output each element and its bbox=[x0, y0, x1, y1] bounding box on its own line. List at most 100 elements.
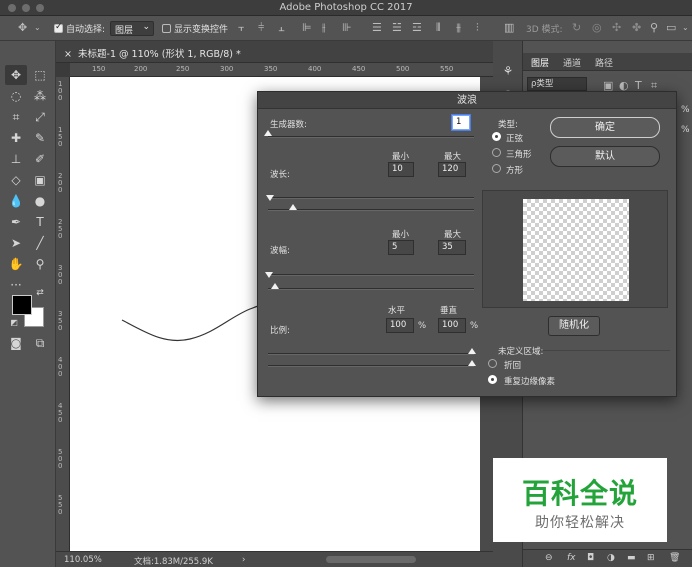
ok-button[interactable]: 确定 bbox=[550, 117, 660, 138]
align-right-icon[interactable]: ⊪ bbox=[342, 21, 352, 34]
wavelength-max-input[interactable]: 120 bbox=[438, 162, 466, 177]
auto-select-dropdown[interactable]: 图层 ⌄ bbox=[110, 21, 154, 36]
magic-wand-icon[interactable]: ⁂ bbox=[29, 86, 51, 106]
auto-select-checkbox[interactable] bbox=[54, 22, 63, 33]
amplitude-min-track[interactable] bbox=[268, 274, 474, 276]
eraser-tool-icon[interactable]: ◇ bbox=[5, 170, 27, 190]
new-layer-icon[interactable]: ⊞ bbox=[647, 553, 655, 563]
generators-slider-track[interactable] bbox=[268, 136, 474, 138]
marquee-tool-icon[interactable]: ⬚ bbox=[29, 65, 51, 85]
type-square-radio[interactable] bbox=[492, 164, 501, 173]
amplitude-min-thumb[interactable] bbox=[265, 272, 273, 278]
default-button[interactable]: 默认 bbox=[550, 146, 660, 167]
line-tool-icon[interactable]: ╱ bbox=[29, 233, 51, 253]
type-sine-radio[interactable] bbox=[492, 132, 501, 141]
brush-tool-icon[interactable]: ✎ bbox=[29, 128, 51, 148]
type-triangle-radio[interactable] bbox=[492, 148, 501, 157]
randomize-button[interactable]: 随机化 bbox=[548, 316, 600, 336]
chevron-down-icon[interactable]: ⌄ bbox=[34, 23, 41, 32]
screen-mode-icon[interactable]: ⧉ bbox=[29, 333, 51, 353]
show-transform-checkbox[interactable] bbox=[162, 24, 171, 33]
align-vcenter-icon[interactable]: ⫩ bbox=[258, 21, 264, 35]
horizontal-scrollbar[interactable] bbox=[326, 556, 416, 563]
distribute-hcenter-icon[interactable]: ⫵ bbox=[456, 21, 461, 35]
auto-align-icon[interactable]: ▥ bbox=[504, 21, 514, 34]
app-title: Adobe Photoshop CC 2017 bbox=[279, 2, 413, 13]
generators-input[interactable]: 1 bbox=[452, 115, 470, 130]
wavelength-max-label: 最大 bbox=[444, 152, 462, 162]
tab-channels[interactable]: 通道 bbox=[563, 56, 581, 69]
healing-brush-icon[interactable]: ✚ bbox=[5, 128, 27, 148]
scale-vertical-thumb[interactable] bbox=[468, 360, 476, 366]
wavelength-min-input[interactable]: 10 bbox=[388, 162, 414, 177]
distribute-vcenter-icon[interactable]: ☱ bbox=[392, 21, 402, 34]
scale-horizontal-track[interactable] bbox=[268, 353, 474, 355]
swap-colors-icon[interactable]: ⇄ bbox=[34, 287, 46, 299]
wrap-around-radio[interactable] bbox=[488, 359, 497, 368]
align-left-icon[interactable]: ⊫ bbox=[302, 21, 312, 34]
distribute-left-icon[interactable]: ⫴ bbox=[436, 21, 441, 35]
new-group-icon[interactable]: ▬ bbox=[627, 553, 636, 563]
layer-filter-dropdown[interactable]: ρ类型 bbox=[527, 77, 587, 91]
scale-horizontal-thumb[interactable] bbox=[468, 348, 476, 354]
status-menu-arrow[interactable]: › bbox=[242, 555, 245, 565]
document-tab[interactable]: × 未标题-1 @ 110% (形状 1, RGB/8) * bbox=[56, 41, 493, 63]
eyedropper-icon[interactable]: ⤢ bbox=[29, 107, 51, 127]
default-colors-icon[interactable]: ◩ bbox=[8, 317, 20, 329]
close-tab-icon[interactable]: × bbox=[64, 49, 72, 60]
gradient-tool-icon[interactable]: ▣ bbox=[29, 170, 51, 190]
more-tools-icon[interactable]: ··· bbox=[5, 275, 27, 295]
zoom-tool-icon[interactable]: ⚲ bbox=[29, 254, 51, 274]
new-adjustment-icon[interactable]: ◑ bbox=[607, 553, 615, 563]
delete-layer-icon[interactable]: 🗑 bbox=[669, 553, 680, 563]
move-tool-icon[interactable]: ✥ bbox=[5, 65, 27, 85]
amplitude-min-input[interactable]: 5 bbox=[388, 240, 414, 255]
distribute-bottom-icon[interactable]: ☲ bbox=[412, 21, 422, 34]
link-layers-icon[interactable]: ⊖ bbox=[545, 553, 553, 563]
ruler-tick: 550 bbox=[440, 65, 454, 73]
scale-horizontal-input[interactable]: 100 bbox=[386, 318, 414, 333]
3d-slide-icon[interactable]: ✤ bbox=[632, 21, 641, 34]
wavelength-max-thumb[interactable] bbox=[289, 204, 297, 210]
foreground-color-swatch[interactable] bbox=[12, 295, 32, 315]
layer-mask-icon[interactable]: ◘ bbox=[587, 553, 594, 563]
tab-layers[interactable]: 图层 bbox=[531, 56, 549, 69]
lasso-tool-icon[interactable]: ◌ bbox=[5, 86, 27, 106]
search-icon[interactable]: ⚲ bbox=[650, 21, 658, 34]
wavelength-max-track[interactable] bbox=[268, 209, 474, 211]
blur-tool-icon[interactable]: 💧 bbox=[5, 191, 27, 211]
move-tool-icon[interactable]: ✥ bbox=[18, 21, 27, 34]
amplitude-max-thumb[interactable] bbox=[271, 283, 279, 289]
pen-tool-icon[interactable]: ✒ bbox=[5, 212, 27, 232]
scale-vertical-input[interactable]: 100 bbox=[438, 318, 466, 333]
tab-paths[interactable]: 路径 bbox=[595, 56, 613, 69]
align-hcenter-icon[interactable]: ⫲ bbox=[322, 21, 326, 35]
scale-vertical-track[interactable] bbox=[268, 365, 474, 367]
chevron-down-icon[interactable]: ⌄ bbox=[682, 23, 689, 32]
type-tool-icon[interactable]: T bbox=[29, 212, 51, 232]
distribute-top-icon[interactable]: ☰ bbox=[372, 21, 382, 34]
wavelength-min-track[interactable] bbox=[268, 197, 474, 199]
align-bottom-icon[interactable]: ⫠ bbox=[278, 21, 285, 35]
workspace-icon[interactable]: ▭ bbox=[666, 21, 676, 34]
wavelength-min-thumb[interactable] bbox=[266, 195, 274, 201]
repeat-edge-pixels-radio[interactable] bbox=[488, 375, 497, 384]
clone-stamp-icon[interactable]: ⊥ bbox=[5, 149, 27, 169]
crop-tool-icon[interactable]: ⌗ bbox=[5, 107, 27, 127]
align-top-icon[interactable]: ⫟ bbox=[238, 21, 245, 35]
path-selection-icon[interactable]: ➤ bbox=[5, 233, 27, 253]
generators-slider-thumb[interactable] bbox=[264, 130, 272, 136]
dodge-tool-icon[interactable]: ● bbox=[29, 191, 51, 211]
zoom-level[interactable]: 110.05% bbox=[64, 555, 102, 565]
hand-tool-icon[interactable]: ✋ bbox=[5, 254, 27, 274]
quick-mask-icon[interactable]: ◙ bbox=[5, 333, 27, 353]
history-brush-icon[interactable]: ✐ bbox=[29, 149, 51, 169]
3d-roll-icon[interactable]: ◎ bbox=[592, 21, 602, 34]
amplitude-max-input[interactable]: 35 bbox=[438, 240, 466, 255]
3d-pan-icon[interactable]: ✣ bbox=[612, 21, 621, 34]
3d-rotate-icon[interactable]: ↻ bbox=[572, 21, 581, 34]
history-panel-icon[interactable]: ⚘ bbox=[497, 61, 519, 81]
layer-style-icon[interactable]: fx bbox=[567, 553, 576, 563]
distribute-right-icon[interactable]: ⫶ bbox=[476, 21, 479, 35]
amplitude-max-track[interactable] bbox=[268, 288, 474, 290]
